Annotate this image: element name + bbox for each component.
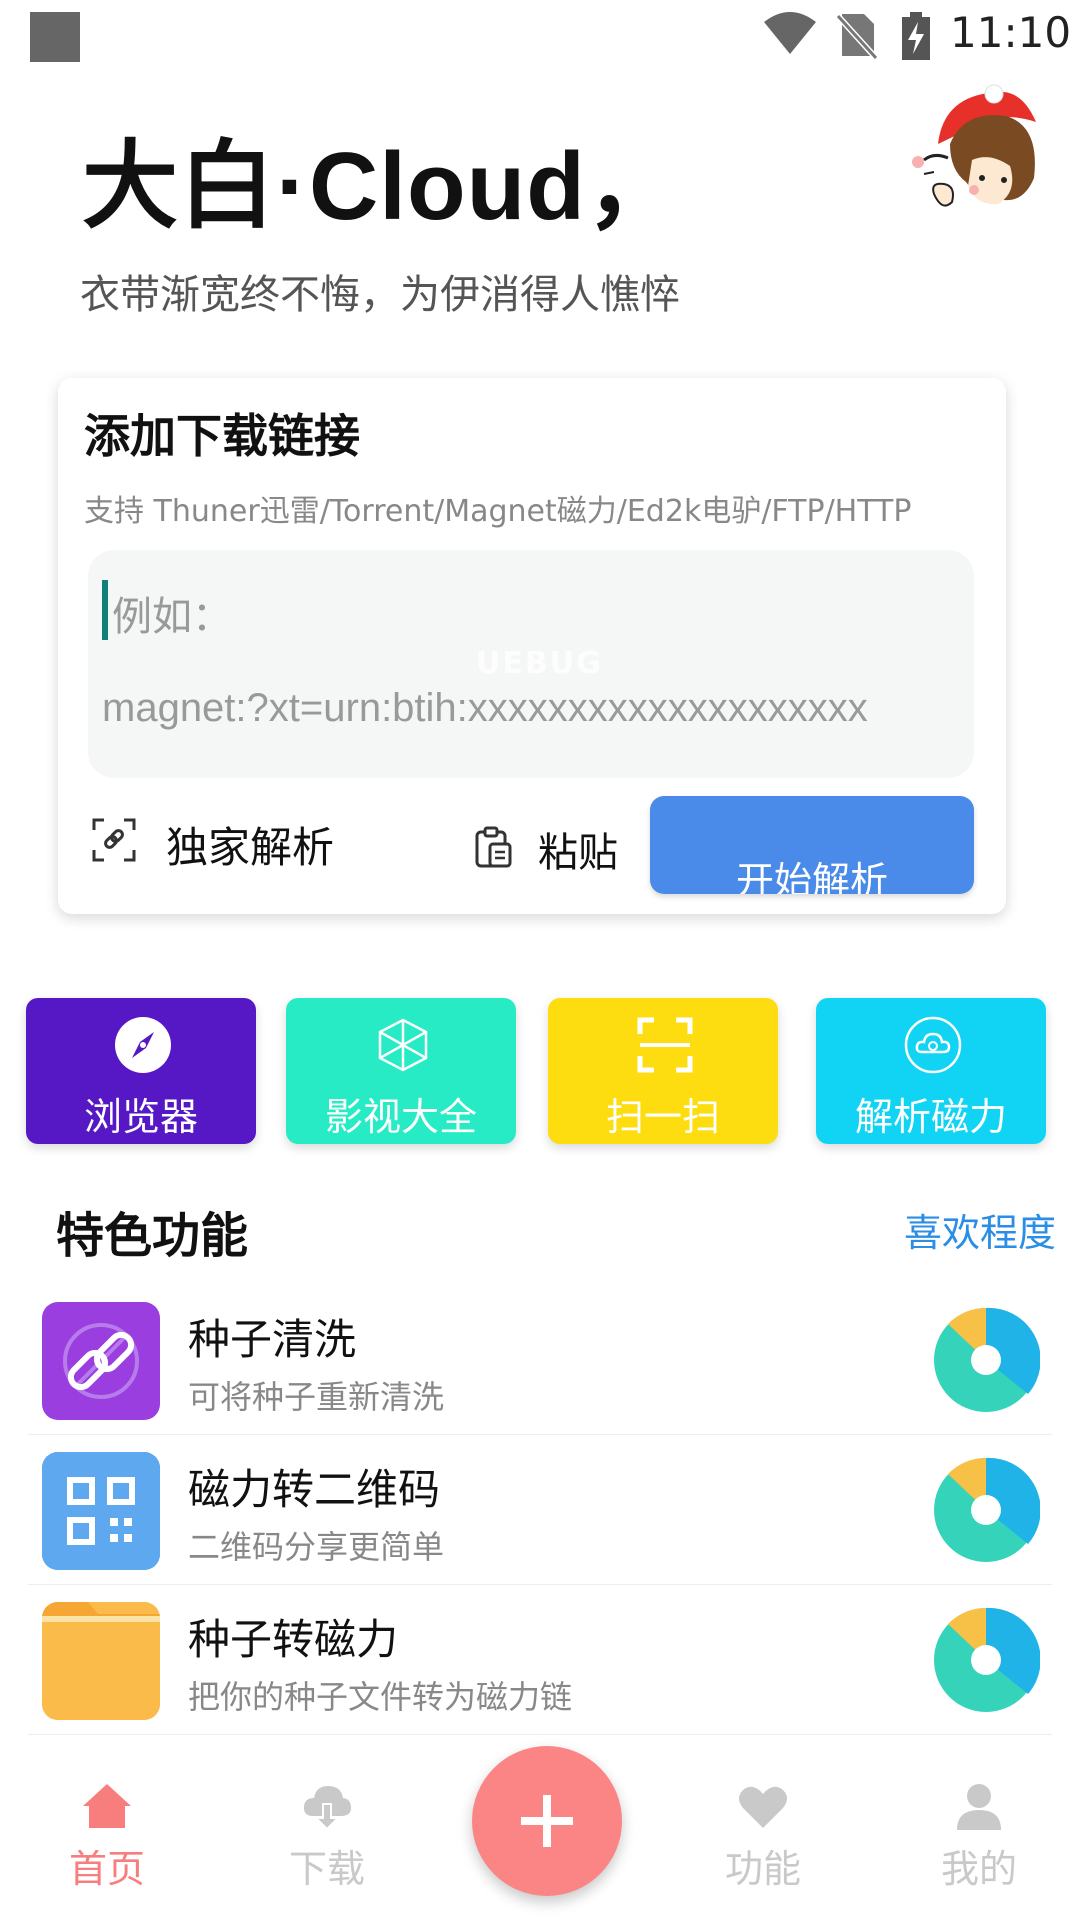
- scan-link-icon[interactable]: [92, 818, 136, 862]
- home-icon: [83, 1784, 131, 1828]
- feature-title: 种子清洗: [188, 1315, 357, 1364]
- list-item[interactable]: 种子清洗 可将种子重新清洗: [28, 1284, 1052, 1435]
- add-button[interactable]: [472, 1746, 622, 1896]
- feature-title: 种子转磁力: [188, 1615, 399, 1664]
- nav-item-profile[interactable]: 我的: [914, 1782, 1044, 1893]
- nav-item-home[interactable]: 首页: [42, 1782, 172, 1893]
- folder-icon: [42, 1602, 160, 1720]
- section-title: 特色功能: [56, 1208, 249, 1264]
- tile-label: 浏览器: [83, 1095, 198, 1139]
- nav-item-download[interactable]: 下载: [262, 1782, 392, 1893]
- nav-item-features[interactable]: 功能: [698, 1782, 828, 1893]
- feature-description: 可将种子重新清洗: [188, 1378, 445, 1416]
- add-link-card: 添加下载链接 支持 Thuner迅雷/Torrent/Magnet磁力/Ed2k…: [58, 378, 1006, 914]
- plus-icon: [521, 1795, 573, 1847]
- watermark: UEBUG: [476, 646, 603, 681]
- tile-label: 扫一扫: [605, 1095, 720, 1139]
- cloud-icon: [904, 1016, 962, 1074]
- qrcode-icon: [42, 1452, 160, 1570]
- scan-icon: [637, 1017, 693, 1073]
- wifi-icon: [764, 12, 816, 54]
- pie-chart-icon: [934, 1307, 1040, 1412]
- compass-icon: [115, 1017, 171, 1073]
- favorites-link[interactable]: 喜欢程度: [904, 1202, 1056, 1257]
- cloud-download-icon: [303, 1786, 351, 1830]
- link-input[interactable]: 例如： magnet:?xt=urn:btih:xxxxxxxxxxxxxxxx…: [88, 550, 974, 778]
- nav-label: 下载: [288, 1847, 365, 1891]
- user-icon: [957, 1784, 1001, 1830]
- start-parse-button[interactable]: 开始解析: [650, 796, 974, 894]
- heart-icon: [739, 1786, 787, 1828]
- tile-parse-magnet[interactable]: 解析磁力: [816, 998, 1046, 1144]
- list-item[interactable]: 磁力转二维码 二维码分享更简单: [28, 1434, 1052, 1585]
- tile-browser[interactable]: 浏览器: [26, 998, 256, 1144]
- battery-charging-icon: [902, 12, 930, 60]
- cube-icon: [378, 1018, 428, 1072]
- status-bar: 11:10: [0, 0, 1080, 75]
- notification-icon: [30, 12, 80, 62]
- paste-button[interactable]: 粘贴: [538, 820, 618, 878]
- feature-description: 二维码分享更简单: [188, 1528, 445, 1566]
- placeholder-example-label: 例如：: [112, 594, 232, 640]
- greeting-title: 大白·Cloud，: [82, 133, 683, 240]
- supported-protocols: 支持 Thuner迅雷/Torrent/Magnet磁力/Ed2k电驴/FTP/…: [84, 494, 912, 529]
- nav-label: 首页: [68, 1847, 145, 1891]
- greeting-subtitle: 衣带渐宽终不悔，为伊消得人憔悴: [80, 272, 680, 318]
- clipboard-icon[interactable]: [474, 826, 512, 868]
- card-title: 添加下载链接: [84, 409, 360, 463]
- list-item[interactable]: 种子转磁力 把你的种子文件转为磁力链: [28, 1584, 1052, 1735]
- no-sim-icon: [836, 13, 878, 60]
- feature-description: 把你的种子文件转为磁力链: [188, 1678, 573, 1716]
- exclusive-parse-button[interactable]: 独家解析: [166, 814, 334, 875]
- avatar[interactable]: [894, 82, 1044, 232]
- pie-chart-icon: [934, 1457, 1040, 1562]
- placeholder-example-link: magnet:?xt=urn:btih:xxxxxxxxxxxxxxxxxxxx: [102, 686, 868, 730]
- tile-label: 解析磁力: [854, 1095, 1007, 1139]
- tile-label: 影视大全: [324, 1095, 477, 1139]
- link-icon: [42, 1302, 160, 1420]
- nav-label: 我的: [940, 1847, 1017, 1891]
- start-parse-label: 开始解析: [735, 859, 888, 894]
- tile-movies[interactable]: 影视大全: [286, 998, 516, 1144]
- nav-label: 功能: [724, 1847, 801, 1891]
- tile-scan[interactable]: 扫一扫: [548, 998, 778, 1144]
- pie-chart-icon: [934, 1607, 1040, 1712]
- clock: 11:10: [950, 8, 1072, 57]
- text-cursor: [102, 580, 108, 640]
- feature-title: 磁力转二维码: [188, 1465, 441, 1514]
